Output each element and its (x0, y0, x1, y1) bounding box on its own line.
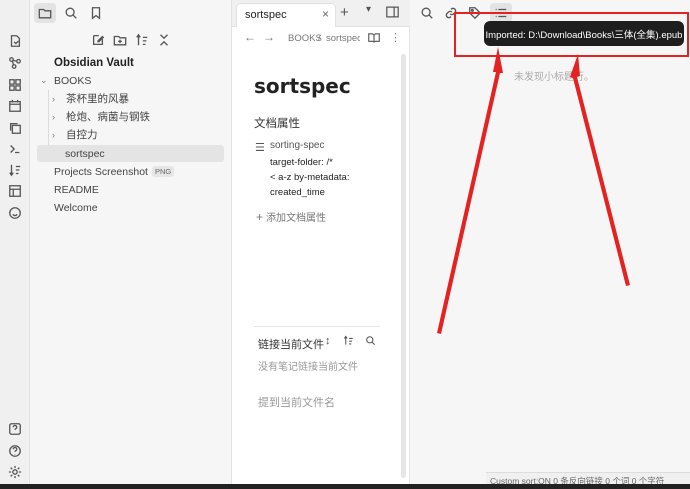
open-file-icon[interactable] (7, 33, 23, 49)
plus-icon: + (256, 210, 264, 224)
file-type-badge: PNG (151, 166, 175, 177)
tree-item-label: BOOKS (54, 74, 92, 87)
chevron-down-icon[interactable]: ▾ (366, 4, 371, 15)
close-icon[interactable]: × (322, 7, 329, 21)
settings-icon[interactable] (7, 464, 23, 480)
tree-item-label: sortspec (65, 147, 105, 160)
forward-arrow-icon[interactable]: → (263, 30, 275, 44)
help-icon[interactable] (7, 443, 23, 459)
no-backlinks-message: 没有笔记链接当前文件 (258, 362, 358, 373)
divider (254, 326, 380, 327)
search-files-icon[interactable] (416, 3, 438, 23)
chevron-right-icon: › (52, 129, 55, 140)
help-box-icon[interactable] (7, 421, 23, 437)
vault-name[interactable]: Obsidian Vault (54, 57, 134, 69)
copy-icon[interactable] (7, 120, 23, 136)
tree-item-label: Welcome (54, 201, 98, 214)
chevron-right-icon: › (52, 111, 55, 122)
left-ribbon (0, 0, 30, 484)
unlinked-mentions-title[interactable]: 提到当前文件名 (258, 394, 335, 410)
tab-bar: sortspec × + ▾ (232, 0, 410, 27)
back-arrow-icon[interactable]: ← (244, 30, 256, 44)
reading-view-icon[interactable] (368, 32, 380, 46)
sort-order-icon[interactable] (131, 30, 153, 50)
folder-icon[interactable] (34, 3, 56, 23)
sort-icon[interactable] (7, 162, 23, 178)
tree-file-sortspec[interactable]: sortspec (37, 145, 224, 162)
search-icon[interactable] (60, 3, 82, 23)
property-value-line[interactable]: target-folder: /* (270, 157, 333, 168)
new-tab-icon[interactable]: + (340, 4, 349, 21)
add-property-label: 添加文档属性 (266, 213, 327, 224)
note-title[interactable]: sortspec (254, 74, 351, 98)
tree-file[interactable]: README (54, 181, 99, 198)
sidebar-toolbar (30, 0, 232, 28)
chevron-right-icon: › (52, 93, 55, 104)
new-folder-icon[interactable] (109, 30, 131, 50)
tree-folder[interactable]: › 自控力 (52, 126, 98, 143)
breadcrumb-folder[interactable]: BOOKS (288, 33, 322, 44)
property-value-line[interactable]: < a-z by-metadata: (270, 172, 349, 183)
outline-pane: 未发现小标题行。 (410, 0, 690, 484)
more-options-icon[interactable]: ⋮ (390, 31, 401, 44)
collapse-all-icon[interactable] (153, 30, 175, 50)
tree-item-label: 枪炮、病菌与钢铁 (66, 111, 150, 123)
chevron-down-icon: ⌄ (40, 75, 48, 85)
no-headings-message: 未发现小标题行。 (514, 72, 594, 83)
tree-folder[interactable]: › 枪炮、病菌与钢铁 (52, 108, 150, 125)
breadcrumb-separator: / (318, 33, 321, 44)
tree-folder[interactable]: › 茶杯里的风暴 (52, 90, 129, 107)
view-header: ← → BOOKS / sortspec ⋮ (232, 28, 410, 50)
annotation-highlight-box (454, 12, 689, 57)
properties-heading[interactable]: 文档属性 (254, 115, 300, 131)
smiley-icon[interactable] (7, 205, 23, 221)
graph-icon[interactable] (7, 55, 23, 71)
search-icon[interactable] (365, 335, 376, 349)
scrollbar[interactable] (401, 54, 406, 478)
tree-folder-books[interactable]: ⌄ BOOKS (40, 72, 91, 89)
new-note-icon[interactable] (87, 30, 109, 50)
plugins-icon[interactable] (7, 77, 23, 93)
sort-order-icon[interactable] (343, 335, 354, 349)
file-explorer-sidebar: Obsidian Vault ⌄ BOOKS › 茶杯里的风暴 › 枪炮、病菌与钢铁 … (30, 0, 232, 484)
bookmark-icon[interactable] (85, 3, 107, 23)
editor-pane: sortspec × + ▾ ← → BOOKS / sortspec ⋮ so… (232, 0, 410, 484)
add-property-button[interactable]: + 添加文档属性 (256, 209, 326, 224)
property-key[interactable]: sorting-spec (270, 140, 324, 151)
tab-label: sortspec (245, 9, 287, 21)
sort-arrows-icon[interactable]: ↕ (325, 335, 331, 347)
tree-item-label: 茶杯里的风暴 (66, 93, 129, 105)
property-value-line[interactable]: created_time (270, 187, 325, 198)
tree-item-label: README (54, 183, 99, 196)
taskbar-strip (0, 484, 690, 489)
tab-sortspec[interactable]: sortspec × (236, 3, 336, 27)
list-icon: ☰ (255, 142, 265, 154)
breadcrumb-file[interactable]: sortspec (326, 33, 360, 44)
tree-item-label: Projects Screenshot (54, 165, 148, 178)
calendar-icon[interactable] (7, 98, 23, 114)
tree-file[interactable]: Projects Screenshot PNG (54, 163, 175, 180)
tree-file[interactable]: Welcome (54, 199, 98, 216)
terminal-icon[interactable] (7, 141, 23, 157)
table-icon[interactable] (7, 183, 23, 199)
tree-item-label: 自控力 (66, 129, 98, 141)
backlinks-title[interactable]: 链接当前文件 (258, 336, 324, 352)
sidebar-toggle-icon[interactable] (386, 6, 399, 21)
